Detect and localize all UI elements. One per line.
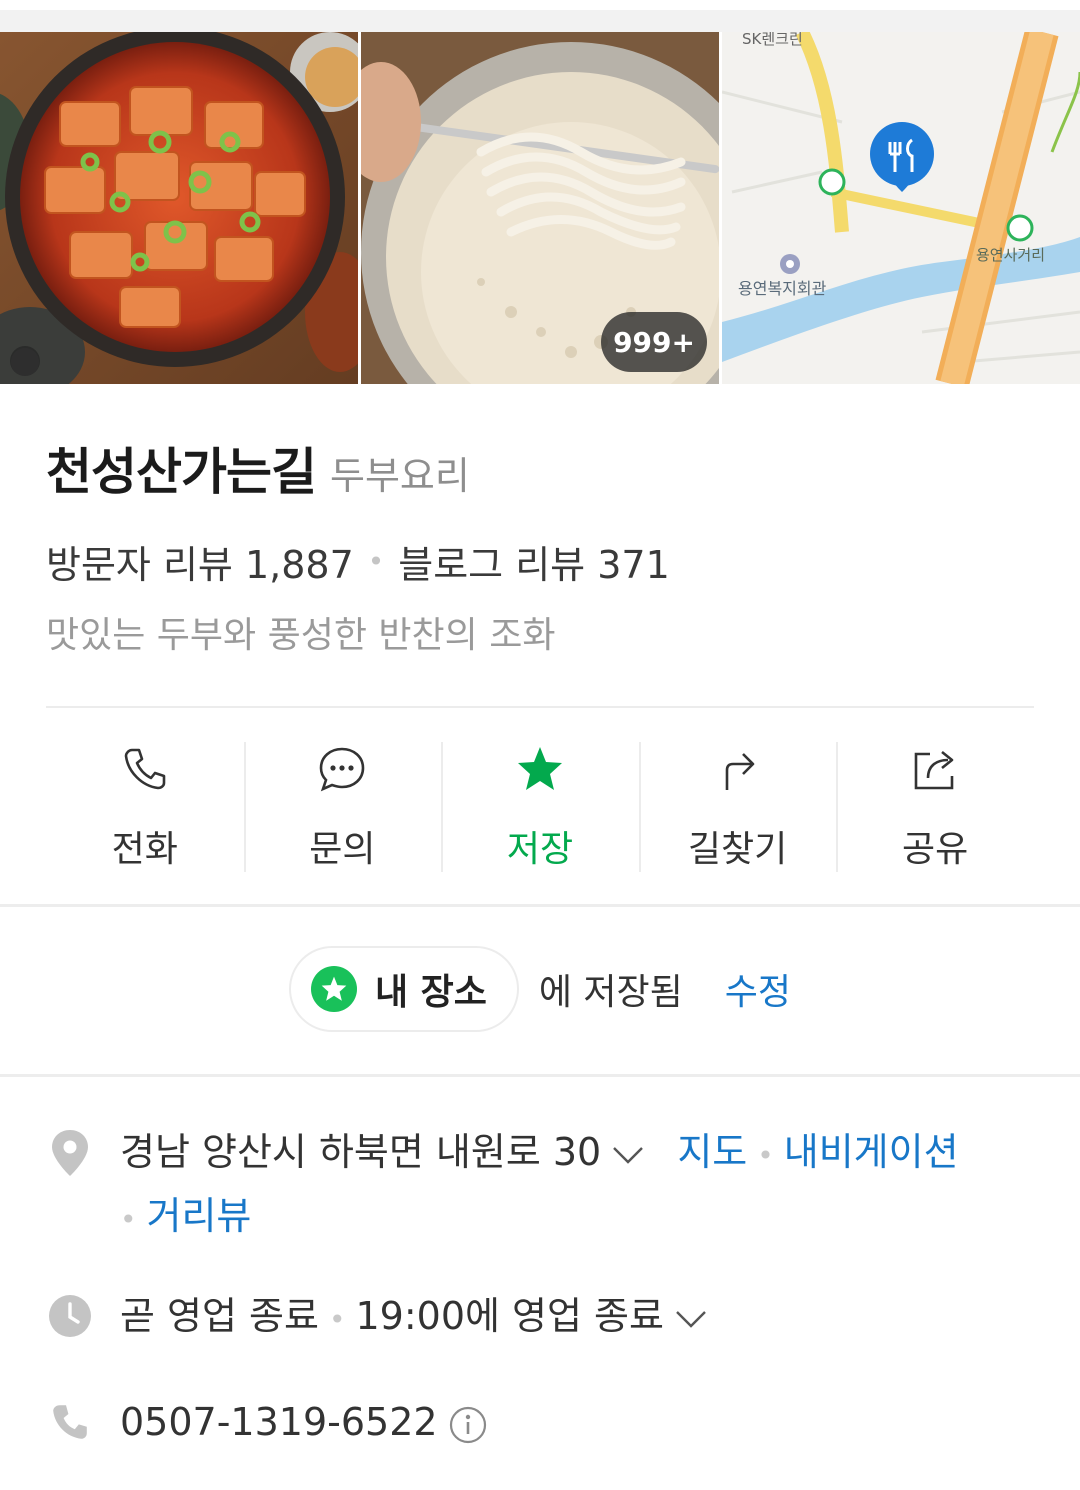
separator-dot: • bbox=[328, 1303, 346, 1336]
hours-row: 곧 영업 종료 • 19:00에 영업 종료 bbox=[46, 1286, 1034, 1350]
photo-soy-noodle[interactable]: 999+ bbox=[361, 32, 719, 384]
chevron-down-icon[interactable] bbox=[611, 1145, 645, 1165]
hours-detail: 19:00에 영업 종료 bbox=[355, 1294, 664, 1338]
hours-status: 곧 영업 종료 bbox=[120, 1294, 319, 1338]
saved-suffix-text: 에 저장됨 bbox=[538, 972, 683, 1013]
action-bar: 전화 문의 저장 길찾기 공유 bbox=[46, 738, 1034, 872]
navigation-link[interactable]: 내비게이션 bbox=[784, 1130, 959, 1174]
address-row: 경남 양산시 하북면 내원로 30 지도 • 내비게이션 • 거리뷰 bbox=[46, 1122, 1034, 1250]
inquiry-button[interactable]: 문의 bbox=[243, 738, 442, 872]
call-label: 전화 bbox=[111, 829, 178, 870]
place-header: 천성산가는길 두부요리 bbox=[46, 432, 470, 504]
photo-gallery[interactable]: 999+ SK렌크린 용연사거리 용연복지회관 bbox=[0, 32, 1080, 384]
separator-dot: • bbox=[120, 1203, 137, 1236]
saved-status: 내 장소 에 저장됨 수정 bbox=[0, 946, 1080, 1032]
info-icon[interactable] bbox=[448, 1405, 488, 1445]
map-illustration: SK렌크린 용연사거리 용연복지회관 bbox=[722, 32, 1080, 384]
address-text[interactable]: 경남 양산시 하북면 내원로 30 bbox=[120, 1130, 601, 1174]
directions-button[interactable]: 길찾기 bbox=[638, 738, 837, 872]
separator-dot: • bbox=[757, 1139, 774, 1172]
phone-icon bbox=[46, 1392, 94, 1452]
blog-reviews-link[interactable]: 블로그 리뷰 371 bbox=[398, 534, 670, 589]
saved-list-chip[interactable]: 내 장소 bbox=[288, 946, 519, 1032]
map-label-place: 용연복지회관 bbox=[738, 279, 827, 298]
review-summary: 방문자 리뷰 1,887 • 블로그 리뷰 371 bbox=[46, 534, 670, 589]
photo-tofu-stew[interactable] bbox=[0, 32, 358, 384]
map-label-road: 용연사거리 bbox=[976, 246, 1045, 264]
call-button[interactable]: 전화 bbox=[46, 738, 244, 872]
photo-count-badge[interactable]: 999+ bbox=[601, 312, 707, 372]
hours-content[interactable]: 곧 영업 종료 • 19:00에 영업 종료 bbox=[120, 1286, 708, 1350]
map-label-top: SK렌크린 bbox=[742, 32, 803, 48]
section-divider bbox=[0, 904, 1080, 907]
saved-list-name: 내 장소 bbox=[374, 972, 487, 1013]
share-label: 공유 bbox=[902, 829, 969, 870]
share-icon bbox=[914, 750, 954, 790]
phone-icon bbox=[124, 748, 166, 790]
top-strip bbox=[0, 0, 1080, 32]
inquiry-label: 문의 bbox=[309, 829, 376, 870]
place-tagline: 맛있는 두부와 풍성한 반찬의 조화 bbox=[46, 615, 556, 656]
save-button[interactable]: 저장 bbox=[441, 738, 639, 872]
street-view-link[interactable]: 거리뷰 bbox=[147, 1194, 252, 1238]
directions-icon bbox=[725, 753, 754, 790]
map-thumbnail[interactable]: SK렌크린 용연사거리 용연복지회관 bbox=[722, 32, 1080, 384]
phone-content: 0507-1319-6522 bbox=[120, 1392, 488, 1452]
saved-star-icon bbox=[310, 966, 357, 1012]
divider bbox=[46, 706, 1034, 708]
directions-label: 길찾기 bbox=[687, 829, 788, 870]
expand-icon[interactable] bbox=[10, 346, 40, 376]
place-category: 두부요리 bbox=[330, 454, 470, 498]
chevron-down-icon[interactable] bbox=[674, 1309, 708, 1329]
star-icon bbox=[517, 747, 562, 790]
chat-bubble-icon bbox=[320, 747, 365, 792]
tofu-stew-illustration bbox=[0, 32, 358, 384]
clock-icon bbox=[46, 1286, 94, 1350]
phone-number[interactable]: 0507-1319-6522 bbox=[120, 1400, 438, 1444]
section-divider bbox=[0, 1074, 1080, 1077]
address-content: 경남 양산시 하북면 내원로 30 지도 • 내비게이션 • 거리뷰 bbox=[120, 1122, 959, 1250]
share-button[interactable]: 공유 bbox=[836, 738, 1034, 872]
location-pin-icon bbox=[46, 1122, 94, 1250]
place-name: 천성산가는길 bbox=[46, 443, 317, 501]
visitor-reviews-link[interactable]: 방문자 리뷰 1,887 bbox=[46, 534, 354, 589]
phone-row: 0507-1319-6522 bbox=[46, 1392, 1034, 1452]
map-link[interactable]: 지도 bbox=[677, 1130, 747, 1174]
separator-dot: • bbox=[367, 545, 385, 578]
edit-saved-link[interactable]: 수정 bbox=[725, 963, 791, 1015]
save-label: 저장 bbox=[506, 829, 574, 870]
